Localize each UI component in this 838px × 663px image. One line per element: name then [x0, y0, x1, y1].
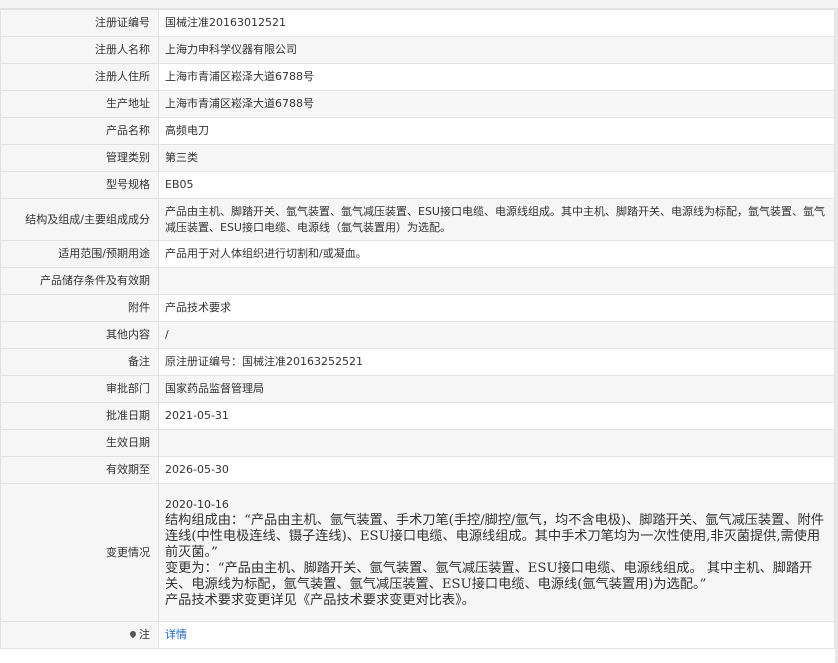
field-value: 产品技术要求: [158, 294, 835, 322]
note-label-cell: 注: [0, 621, 159, 649]
row-intended-use: 适用范围/预期用途 产品用于对人体组织进行切割和/或凝血。: [0, 240, 835, 268]
note-value: 详情: [158, 621, 835, 649]
top-strip: [0, 0, 838, 9]
details-link[interactable]: 详情: [165, 628, 187, 641]
row-registration-number: 注册证编号 国械注准20163012521: [0, 9, 835, 37]
change-tech-requirement-note: 产品技术要求变更详见《产品技术要求变更对比表》。: [165, 592, 475, 608]
field-label: 审批部门: [0, 375, 159, 403]
field-value: 国家药品监督管理局: [158, 375, 835, 403]
field-value: 上海市青浦区崧泽大道6788号: [158, 63, 835, 91]
row-storage-validity: 产品储存条件及有效期: [0, 267, 835, 295]
field-label: 变更情况: [0, 483, 159, 622]
note-label: 注: [139, 628, 150, 641]
row-registrant-address: 注册人住所 上海市青浦区崧泽大道6788号: [0, 63, 835, 91]
field-value: 上海力申科学仪器有限公司: [158, 36, 835, 64]
field-label: 附件: [0, 294, 159, 322]
row-other-content: 其他内容 /: [0, 321, 835, 349]
field-value: 第三类: [158, 144, 835, 172]
field-value: 2021-05-31: [158, 402, 835, 430]
field-value: [158, 429, 835, 457]
row-remarks: 备注 原注册证编号：国械注准20163252521: [0, 348, 835, 376]
field-label: 产品储存条件及有效期: [0, 267, 159, 295]
field-value: 2026-05-30: [158, 456, 835, 484]
field-value: 高频电刀: [158, 117, 835, 145]
field-label: 管理类别: [0, 144, 159, 172]
row-registrant-name: 注册人名称 上海力申科学仪器有限公司: [0, 36, 835, 64]
registration-detail-table: 注册证编号 国械注准20163012521 注册人名称 上海力申科学仪器有限公司…: [0, 9, 835, 649]
row-model-spec: 型号规格 EB05: [0, 171, 835, 199]
field-value: 产品由主机、脚踏开关、氩气装置、氩气减压装置、ESU接口电缆、电源线组成。其中主…: [158, 198, 835, 241]
field-label: 批准日期: [0, 402, 159, 430]
row-attachment: 附件 产品技术要求: [0, 294, 835, 322]
change-new-structure: 变更为：“产品由主机、脚踏开关、氩气装置、氩气减压装置、ESU接口电缆、电源线组…: [165, 560, 813, 592]
field-label: 型号规格: [0, 171, 159, 199]
location-pin-icon: [128, 629, 138, 639]
change-original-structure: 结构组成由：“产品由主机、氩气装置、手术刀笔(手控/脚控/氩气，均不含电极)、脚…: [165, 512, 824, 560]
change-history-content: 2020-10-16 结构组成由：“产品由主机、氩气装置、手术刀笔(手控/脚控/…: [158, 483, 835, 622]
field-label: 结构及组成/主要组成成分: [0, 198, 159, 241]
row-approval-date: 批准日期 2021-05-31: [0, 402, 835, 430]
field-label: 有效期至: [0, 456, 159, 484]
field-value: 国械注准20163012521: [158, 9, 835, 37]
field-value: /: [158, 321, 835, 349]
field-value: 上海市青浦区崧泽大道6788号: [158, 90, 835, 118]
field-label: 生产地址: [0, 90, 159, 118]
field-label: 其他内容: [0, 321, 159, 349]
field-label: 备注: [0, 348, 159, 376]
row-note: 注 详情: [0, 621, 835, 649]
row-production-address: 生产地址 上海市青浦区崧泽大道6788号: [0, 90, 835, 118]
field-value: [158, 267, 835, 295]
row-change-history: 变更情况 2020-10-16 结构组成由：“产品由主机、氩气装置、手术刀笔(手…: [0, 483, 835, 622]
field-label: 适用范围/预期用途: [0, 240, 159, 268]
field-value: 原注册证编号：国械注准20163252521: [158, 348, 835, 376]
field-label: 注册证编号: [0, 9, 159, 37]
field-label: 产品名称: [0, 117, 159, 145]
row-management-category: 管理类别 第三类: [0, 144, 835, 172]
field-label: 注册人住所: [0, 63, 159, 91]
row-structure-composition: 结构及组成/主要组成成分 产品由主机、脚踏开关、氩气装置、氩气减压装置、ESU接…: [0, 198, 835, 241]
row-product-name: 产品名称 高频电刀: [0, 117, 835, 145]
field-label: 注册人名称: [0, 36, 159, 64]
field-value: EB05: [158, 171, 835, 199]
row-valid-until: 有效期至 2026-05-30: [0, 456, 835, 484]
change-date: 2020-10-16: [165, 497, 229, 511]
row-effective-date: 生效日期: [0, 429, 835, 457]
field-value: 产品用于对人体组织进行切割和/或凝血。: [158, 240, 835, 268]
field-label: 生效日期: [0, 429, 159, 457]
row-approval-department: 审批部门 国家药品监督管理局: [0, 375, 835, 403]
